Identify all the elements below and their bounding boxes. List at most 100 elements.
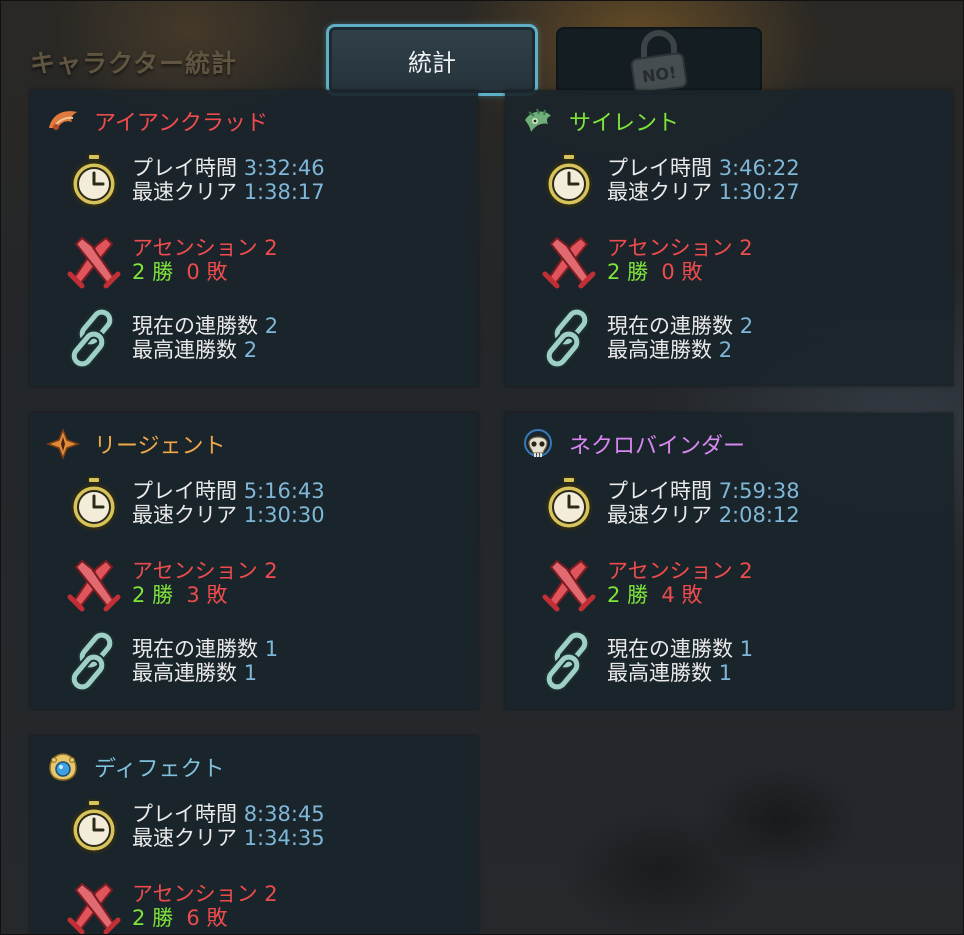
current-streak-value: 2 bbox=[264, 314, 279, 338]
losses-value: 0 bbox=[186, 260, 200, 284]
fastest-value: 1:34:35 bbox=[243, 826, 325, 850]
losses-value: 6 bbox=[186, 906, 200, 930]
page-title: キャラクター統計 bbox=[30, 49, 238, 78]
playtime-value: 7:59:38 bbox=[718, 479, 800, 503]
playtime-label: プレイ時間 bbox=[132, 156, 237, 180]
ascension-row: アセンション 2 2 勝 0 敗 bbox=[541, 230, 753, 290]
ascension-label: アセンション bbox=[607, 236, 733, 260]
character-panel-necrobinder: ネクロバインダー プレイ時間 7:59:38 最速クリア 2:08:12 アセン… bbox=[505, 413, 953, 709]
fastest-value: 1:30:27 bbox=[718, 180, 800, 204]
playtime-label: プレイ時間 bbox=[607, 156, 712, 180]
best-streak-value: 2 bbox=[243, 338, 258, 362]
regent-icon bbox=[46, 429, 80, 459]
character-name: リージェント bbox=[94, 434, 226, 459]
chain-icon bbox=[544, 308, 590, 368]
tab-stats-label: 統計 bbox=[408, 48, 456, 77]
wins-label: 勝 bbox=[152, 906, 174, 930]
streak-row: 現在の連勝数 1 最高連勝数 1 bbox=[541, 631, 753, 691]
ascension-label: アセンション bbox=[132, 236, 258, 260]
stopwatch-icon bbox=[70, 476, 118, 531]
stopwatch-icon bbox=[545, 153, 593, 208]
crossed-swords-icon bbox=[67, 882, 121, 935]
character-header: ネクロバインダー bbox=[521, 429, 745, 459]
current-streak-label: 現在の連勝数 bbox=[132, 637, 258, 661]
stopwatch-icon bbox=[545, 476, 593, 531]
streak-row: 現在の連勝数 1 最高連勝数 1 bbox=[66, 631, 278, 691]
ascension-row: アセンション 2 2 勝 3 敗 bbox=[66, 553, 278, 613]
playtime-value: 3:46:22 bbox=[718, 156, 800, 180]
padlock-icon: NO! bbox=[630, 30, 688, 94]
crossed-swords-icon bbox=[542, 559, 596, 612]
character-header: サイレント bbox=[521, 106, 679, 136]
losses-label: 敗 bbox=[206, 583, 228, 607]
playtime-row: プレイ時間 5:16:43 最速クリア 1:30:30 bbox=[66, 473, 325, 533]
losses-value: 3 bbox=[186, 583, 200, 607]
tab-stats[interactable]: 統計 bbox=[326, 24, 538, 96]
ascension-value: 2 bbox=[739, 236, 753, 260]
best-streak-value: 1 bbox=[243, 661, 258, 685]
fastest-label: 最速クリア bbox=[607, 503, 712, 527]
wins-value: 2 bbox=[607, 260, 621, 284]
character-panel-regent: リージェント プレイ時間 5:16:43 最速クリア 1:30:30 アセンショ… bbox=[30, 413, 478, 709]
wins-value: 2 bbox=[132, 260, 146, 284]
best-streak-value: 2 bbox=[718, 338, 733, 362]
fastest-value: 2:08:12 bbox=[718, 503, 800, 527]
wins-value: 2 bbox=[132, 583, 146, 607]
fastest-label: 最速クリア bbox=[132, 826, 237, 850]
wins-label: 勝 bbox=[627, 260, 649, 284]
character-name: サイレント bbox=[569, 111, 680, 136]
chain-icon bbox=[544, 631, 590, 691]
losses-label: 敗 bbox=[681, 260, 703, 284]
crossed-swords-icon bbox=[67, 236, 121, 289]
wins-value: 2 bbox=[607, 583, 621, 607]
necrobinder-icon bbox=[524, 429, 552, 457]
playtime-row: プレイ時間 7:59:38 最速クリア 2:08:12 bbox=[541, 473, 800, 533]
playtime-label: プレイ時間 bbox=[132, 479, 237, 503]
character-name: アイアンクラッド bbox=[94, 111, 269, 136]
playtime-value: 5:16:43 bbox=[243, 479, 325, 503]
fastest-label: 最速クリア bbox=[132, 503, 237, 527]
wins-label: 勝 bbox=[627, 583, 649, 607]
fastest-label: 最速クリア bbox=[132, 180, 237, 204]
character-header: ディフェクト bbox=[46, 752, 224, 782]
character-name: ディフェクト bbox=[94, 757, 225, 782]
tab-locked[interactable]: NO! bbox=[556, 27, 762, 95]
playtime-row: プレイ時間 8:38:45 最速クリア 1:34:35 bbox=[66, 796, 325, 856]
stopwatch-icon bbox=[70, 153, 118, 208]
defect-icon bbox=[49, 753, 77, 781]
wins-label: 勝 bbox=[152, 583, 174, 607]
ascension-label: アセンション bbox=[607, 559, 733, 583]
playtime-row: プレイ時間 3:32:46 最速クリア 1:38:17 bbox=[66, 150, 325, 210]
fastest-value: 1:38:17 bbox=[243, 180, 325, 204]
character-header: リージェント bbox=[46, 429, 226, 459]
playtime-label: プレイ時間 bbox=[132, 802, 237, 826]
current-streak-label: 現在の連勝数 bbox=[607, 637, 733, 661]
losses-label: 敗 bbox=[681, 583, 703, 607]
wins-label: 勝 bbox=[152, 260, 174, 284]
best-streak-label: 最高連勝数 bbox=[607, 338, 712, 362]
current-streak-label: 現在の連勝数 bbox=[607, 314, 733, 338]
ascension-label: アセンション bbox=[132, 882, 258, 906]
current-streak-label: 現在の連勝数 bbox=[132, 314, 258, 338]
ascension-value: 2 bbox=[264, 236, 278, 260]
ascension-value: 2 bbox=[739, 559, 753, 583]
crossed-swords-icon bbox=[542, 236, 596, 289]
ascension-row: アセンション 2 2 勝 0 敗 bbox=[66, 230, 278, 290]
current-streak-value: 2 bbox=[739, 314, 754, 338]
best-streak-label: 最高連勝数 bbox=[607, 661, 712, 685]
character-panel-ironclad: アイアンクラッド プレイ時間 3:32:46 最速クリア 1:38:17 アセン… bbox=[30, 90, 478, 386]
losses-value: 0 bbox=[661, 260, 675, 284]
ascension-label: アセンション bbox=[132, 559, 258, 583]
current-streak-value: 1 bbox=[264, 637, 279, 661]
playtime-value: 8:38:45 bbox=[243, 802, 325, 826]
ascension-row: アセンション 2 2 勝 4 敗 bbox=[541, 553, 753, 613]
silent-icon bbox=[525, 108, 551, 132]
ironclad-icon bbox=[49, 111, 77, 130]
character-panel-silent: サイレント プレイ時間 3:46:22 最速クリア 1:30:27 アセンション… bbox=[505, 90, 953, 386]
stopwatch-icon bbox=[70, 799, 118, 854]
playtime-value: 3:32:46 bbox=[243, 156, 325, 180]
best-streak-value: 1 bbox=[718, 661, 733, 685]
character-panel-defect: ディフェクト プレイ時間 8:38:45 最速クリア 1:34:35 アセンショ… bbox=[30, 736, 478, 935]
ascension-value: 2 bbox=[264, 559, 278, 583]
wins-value: 2 bbox=[132, 906, 146, 930]
